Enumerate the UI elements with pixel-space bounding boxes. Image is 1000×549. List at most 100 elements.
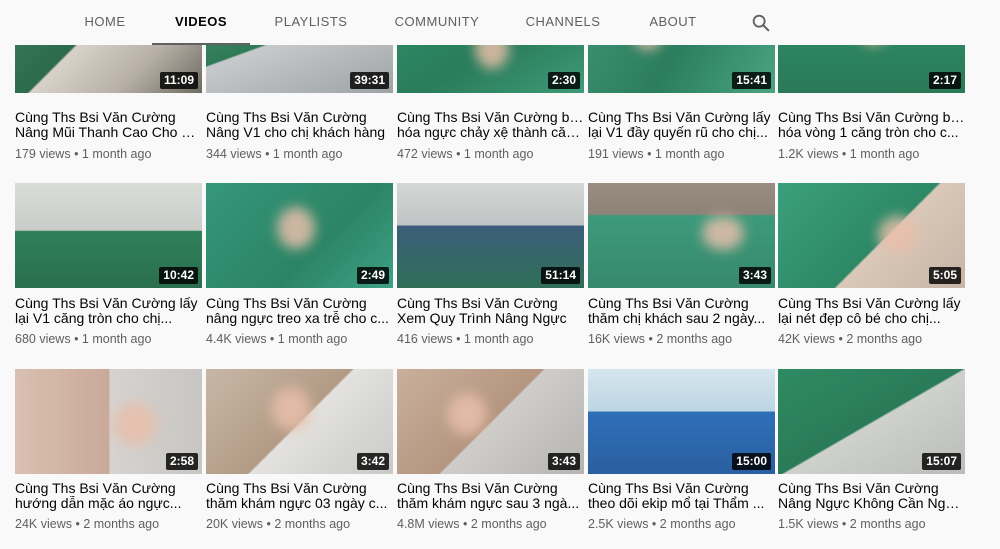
video-thumbnail[interactable]: 3:43 [588, 183, 775, 288]
tab-about[interactable]: ABOUT [640, 0, 706, 45]
video-title-line: Nâng V1 cho chị khách hàng [206, 125, 386, 140]
video-meta: 1.5K views • 2 months ago [778, 517, 965, 531]
video-thumbnail[interactable]: 51:14 [397, 183, 584, 288]
meta-separator: • [266, 332, 278, 346]
meta-separator: • [644, 332, 657, 346]
video-thumbnail[interactable]: 3:42 [206, 369, 393, 474]
video-title-line: Cùng Ths Bsi Văn Cường [206, 110, 367, 125]
video-title-line: Cùng Ths Bsi Văn Cường [206, 296, 367, 311]
video-thumbnail[interactable]: 15:07 [778, 369, 965, 474]
meta-separator: • [834, 332, 847, 346]
censor-blur [271, 387, 311, 431]
duration-badge: 15:41 [732, 72, 771, 89]
duration-badge: 39:31 [350, 72, 389, 89]
view-count: 16K views [588, 332, 645, 346]
tab-home[interactable]: HOME [72, 0, 138, 45]
duration-badge: 15:07 [922, 453, 961, 470]
video-meta: 2.5K views • 2 months ago [588, 517, 775, 531]
upload-age: 1 month ago [81, 147, 152, 161]
video-thumbnail[interactable]: 5:05 [778, 183, 965, 288]
meta-separator: • [838, 147, 850, 161]
video-title[interactable]: Cùng Ths Bsi Văn Cường lấy lại nét đẹp cô… [778, 296, 965, 326]
video-meta: 472 views • 1 month ago [397, 147, 584, 161]
video-thumbnail[interactable]: 2:58 [15, 369, 202, 474]
upload-age: 2 months ago [470, 517, 547, 531]
meta-separator: • [459, 517, 471, 531]
meta-separator: • [70, 332, 82, 346]
video-title-line: lại nét đẹp cô bé cho chị... [778, 311, 941, 326]
upload-age: 2 months ago [849, 517, 926, 531]
video-title-line: Cùng Ths Bsi Văn Cường [588, 481, 749, 496]
video-title-line: Cùng Ths Bsi Văn Cường [206, 481, 367, 496]
upload-age: 2 months ago [846, 332, 923, 346]
view-count: 42K views [778, 332, 835, 346]
video-title[interactable]: Cùng Ths Bsi Văn Cường thăm khám ngực 03 … [206, 481, 393, 511]
video-title-line: Cùng Ths Bsi Văn Cường lấy [778, 296, 961, 311]
duration-badge: 2:58 [165, 453, 198, 470]
view-count: 24K views [15, 517, 72, 531]
video-meta: 179 views • 1 month ago [15, 147, 202, 161]
video-thumbnail[interactable]: 15:00 [588, 369, 775, 474]
meta-separator: • [261, 147, 273, 161]
video-title-line: theo dõi ekip mổ tại Thẩm ... [588, 496, 765, 511]
video-title[interactable]: Cùng Ths Bsi Văn Cường Nâng V1 cho chị kh… [206, 110, 393, 140]
video-title-line: hóa vòng 1 căng tròn cho c... [778, 125, 959, 140]
view-count: 1.2K views [778, 147, 839, 161]
channel-tab-bar: HOME VIDEOS PLAYLISTS COMMUNITY CHANNELS… [0, 0, 1000, 45]
view-count: 680 views [15, 332, 71, 346]
meta-separator: • [452, 332, 464, 346]
video-title[interactable]: Cùng Ths Bsi Văn Cường thăm chị khách sau… [588, 296, 775, 326]
view-count: 472 views [397, 147, 453, 161]
meta-separator: • [648, 517, 660, 531]
video-thumbnail[interactable]: 3:43 [397, 369, 584, 474]
video-title-line: Cùng Ths Bsi Văn Cường [15, 110, 176, 125]
upload-age: 2 months ago [659, 517, 736, 531]
upload-age: 1 month ago [463, 147, 534, 161]
meta-separator: • [838, 517, 850, 531]
tab-community[interactable]: COMMUNITY [386, 0, 488, 45]
upload-age: 1 month ago [272, 147, 343, 161]
upload-age: 1 month ago [277, 332, 348, 346]
video-title[interactable]: Cùng Ths Bsi Văn Cường biến hóa vòng 1 că… [778, 110, 965, 140]
censor-blur [113, 402, 157, 446]
meta-separator: • [71, 517, 84, 531]
video-title[interactable]: Cùng Ths Bsi Văn Cường theo dõi ekip mổ t… [588, 481, 775, 511]
duration-badge: 2:30 [547, 72, 580, 89]
video-meta: 16K views • 2 months ago [588, 332, 775, 346]
video-title-line: thăm khám ngực sau 3 ngà... [397, 496, 580, 511]
video-meta: 24K views • 2 months ago [15, 517, 202, 531]
video-title-line: lại V1 đầy quyến rũ cho chị... [588, 125, 768, 140]
tab-playlists[interactable]: PLAYLISTS [266, 0, 356, 45]
view-count: 4.8M views [397, 517, 460, 531]
video-meta: 4.8M views • 2 months ago [397, 517, 584, 531]
video-meta: 344 views • 1 month ago [206, 147, 393, 161]
view-count: 4.4K views [206, 332, 267, 346]
duration-badge: 3:42 [356, 453, 389, 470]
video-title[interactable]: Cùng Ths Bsi Văn Cường Nâng Ngực Không Cầ… [778, 481, 965, 511]
video-title-line: hướng dẫn mặc áo ngực... [15, 496, 182, 511]
tab-channels[interactable]: CHANNELS [520, 0, 606, 45]
search-icon[interactable] [750, 12, 772, 34]
duration-badge: 2:17 [928, 72, 961, 89]
view-count: 191 views [588, 147, 644, 161]
video-thumbnail[interactable]: 2:49 [206, 183, 393, 288]
video-title[interactable]: Cùng Ths Bsi Văn Cường nâng ngực treo xa … [206, 296, 393, 326]
video-grid: 11:09 Cùng Ths Bsi Văn Cường Nâng Mũi Than… [0, 0, 1000, 549]
upload-age: 1 month ago [849, 147, 920, 161]
video-meta: 680 views • 1 month ago [15, 332, 202, 346]
video-title-line: Cùng Ths Bsi Văn Cường [397, 481, 558, 496]
view-count: 20K views [206, 517, 263, 531]
video-title[interactable]: Cùng Ths Bsi Văn Cường hướng dẫn mặc áo n… [15, 481, 202, 511]
video-title[interactable]: Cùng Ths Bsi Văn Cường Xem Quy Trình Nâng… [397, 296, 584, 326]
video-title-line: hóa ngực chảy xệ thành căn... [397, 125, 584, 140]
video-title[interactable]: Cùng Ths Bsi Văn Cường lấy lại V1 căng tr… [15, 296, 202, 326]
video-title[interactable]: Cùng Ths Bsi Văn Cường lấy lại V1 đầy quy… [588, 110, 775, 140]
video-title[interactable]: Cùng Ths Bsi Văn Cường Nâng Mũi Thanh Cao… [15, 110, 202, 140]
tab-videos[interactable]: VIDEOS [152, 0, 250, 45]
video-title[interactable]: Cùng Ths Bsi Văn Cường thăm khám ngực sau… [397, 481, 584, 511]
video-title-line: Cùng Ths Bsi Văn Cường [588, 296, 749, 311]
video-title-line: Cùng Ths Bsi Văn Cường [397, 296, 558, 311]
video-title[interactable]: Cùng Ths Bsi Văn Cường biến hóa ngực chảy… [397, 110, 584, 140]
video-thumbnail[interactable]: 10:42 [15, 183, 202, 288]
video-meta: 20K views • 2 months ago [206, 517, 393, 531]
